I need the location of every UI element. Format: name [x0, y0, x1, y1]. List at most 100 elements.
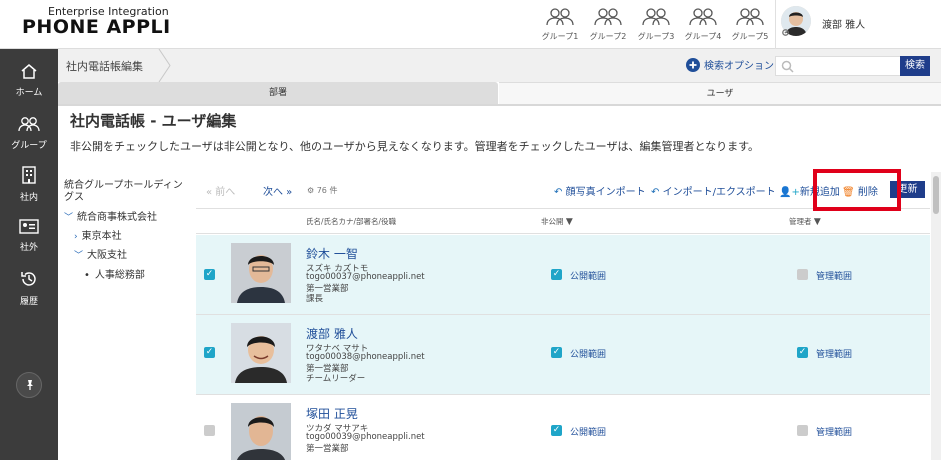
chevron-down-icon[interactable]: ﹀	[64, 213, 73, 223]
group-label: グループ5	[731, 32, 769, 41]
add-user-icon: 👤+	[779, 187, 800, 198]
table-row[interactable]: ✓ 渡部 雅人 ワタナベ マサト togo00038@phoneappli.ne…	[196, 315, 930, 395]
sidebar-item-external[interactable]: 社外	[0, 219, 58, 253]
user-title: 課長	[306, 294, 324, 304]
user-photo	[231, 243, 291, 303]
filter-icon[interactable]: ▼	[814, 217, 821, 227]
tree-node-tokyo[interactable]: › 東京本社	[74, 227, 122, 242]
breadcrumb-separator-icon	[158, 49, 171, 82]
private-checkbox[interactable]: ✓	[551, 347, 562, 358]
search-options-link[interactable]: 検索オプション	[686, 57, 774, 72]
person-photo-icon	[231, 243, 291, 303]
group-icon	[689, 8, 717, 26]
visibility-scope-link[interactable]: 公開範囲	[570, 425, 606, 438]
search-icon	[781, 60, 794, 73]
sidebar-item-label: 社内	[19, 193, 38, 203]
group-icon	[736, 8, 764, 26]
visibility-scope-link[interactable]: 公開範囲	[570, 269, 606, 282]
admin-scope-link[interactable]: 管理範囲	[816, 347, 852, 360]
plus-circle-icon	[686, 57, 700, 72]
private-checkbox[interactable]: ✓	[551, 425, 562, 436]
row-select-checkbox[interactable]	[204, 425, 215, 436]
count-icon: ⚙	[307, 186, 315, 195]
group-shortcut-3[interactable]: グループ3	[633, 8, 679, 42]
building-icon	[22, 166, 36, 184]
sidebar-item-internal[interactable]: 社内	[0, 166, 58, 203]
group-label: グループ1	[541, 32, 579, 41]
share-arrow-icon: ↶	[554, 187, 563, 198]
user-name-link[interactable]: 塚田 正晃	[306, 405, 358, 422]
group-shortcut-4[interactable]: グループ4	[680, 8, 726, 42]
group-label: グループ3	[637, 32, 675, 41]
private-checkbox[interactable]: ✓	[551, 269, 562, 280]
tree-node-label: 大阪支社	[87, 250, 128, 261]
group-icon	[642, 8, 670, 26]
tree-root[interactable]: 統合グループホールディングス	[64, 180, 192, 204]
sidebar: ホーム グループ 社内 社外 履歴	[0, 49, 58, 460]
visibility-scope-link[interactable]: 公開範囲	[570, 347, 606, 360]
user-name[interactable]: 渡部 雅人	[822, 16, 865, 31]
sidebar-item-label: 社外	[19, 243, 38, 253]
group-label: グループ4	[684, 32, 722, 41]
breadcrumb-bar: 社内電話帳編集 検索オプション 検索	[58, 49, 941, 82]
bullet-icon: •	[84, 270, 90, 281]
tree-node-hr[interactable]: • 人事総務部	[84, 266, 145, 281]
group-shortcut-5[interactable]: グループ5	[727, 8, 773, 42]
admin-checkbox[interactable]	[797, 425, 808, 436]
user-department: 第一営業部	[306, 444, 349, 454]
column-header-admin[interactable]: 管理者 ▼	[789, 216, 821, 227]
gear-icon[interactable]	[781, 28, 790, 37]
logo[interactable]: PHONE APPLI	[22, 16, 171, 38]
tree-node-label: 統合商事株式会社	[77, 212, 158, 223]
group-shortcut-2[interactable]: グループ2	[585, 8, 631, 42]
admin-checkbox[interactable]: ✓	[797, 347, 808, 358]
row-select-checkbox[interactable]: ✓	[204, 347, 215, 358]
page-title: 社内電話帳 - ユーザ編集	[70, 112, 237, 130]
admin-checkbox[interactable]	[797, 269, 808, 280]
tab-underline	[58, 104, 941, 106]
breadcrumb[interactable]: 社内電話帳編集	[66, 58, 143, 74]
import-export-label: インポート/エクスポート	[662, 187, 776, 198]
sidebar-item-history[interactable]: 履歴	[0, 270, 58, 307]
admin-scope-link[interactable]: 管理範囲	[816, 425, 852, 438]
tree-node-osaka[interactable]: ﹀ 大阪支社	[74, 246, 127, 261]
scrollbar-track[interactable]	[931, 172, 941, 460]
tree-node-company[interactable]: ﹀ 統合商事株式会社	[64, 208, 157, 223]
photo-import-button[interactable]: ↶ 顔写真インポート	[554, 183, 646, 198]
sidebar-item-home[interactable]: ホーム	[0, 63, 58, 98]
pin-button[interactable]	[16, 372, 42, 398]
filter-icon[interactable]: ▼	[566, 217, 573, 227]
user-photo	[231, 323, 291, 383]
scrollbar-thumb[interactable]	[933, 176, 939, 214]
group-icon	[546, 8, 574, 26]
next-page-link[interactable]: 次へ »	[263, 183, 292, 198]
user-name-link[interactable]: 渡部 雅人	[306, 325, 358, 342]
import-export-button[interactable]: ↶ インポート/エクスポート	[651, 183, 776, 198]
row-select-checkbox[interactable]: ✓	[204, 269, 215, 280]
user-name-link[interactable]: 鈴木 一智	[306, 245, 358, 262]
admin-scope-link[interactable]: 管理範囲	[816, 269, 852, 282]
user-email: togo00039@phoneappli.net	[306, 432, 425, 442]
column-header-private[interactable]: 非公開 ▼	[541, 216, 573, 227]
search-input[interactable]	[775, 56, 903, 76]
tree-node-label: 東京本社	[81, 231, 122, 242]
department-tree: 統合グループホールディングス ﹀ 統合商事株式会社 › 東京本社 ﹀ 大阪支社 • 人事…	[58, 172, 195, 460]
sidebar-item-label: グループ	[11, 141, 47, 151]
search-options-label: 検索オプション	[704, 61, 774, 72]
prev-page-link[interactable]: « 前へ	[206, 183, 235, 198]
tab-department[interactable]: 部署	[58, 82, 498, 104]
search-button[interactable]: 検索	[900, 56, 930, 76]
top-header: Enterprise Integration PHONE APPLI グループ1…	[0, 0, 941, 49]
chevron-right-icon[interactable]: ›	[74, 232, 78, 242]
sidebar-item-group[interactable]: グループ	[0, 116, 58, 151]
group-shortcut-1[interactable]: グループ1	[537, 8, 583, 42]
share-arrow-icon: ↶	[651, 187, 660, 198]
person-photo-icon	[231, 403, 291, 460]
table-row[interactable]: 塚田 正晃 ツカダ マサアキ togo00039@phoneappli.net …	[196, 395, 930, 460]
user-email: togo00038@phoneappli.net	[306, 352, 425, 362]
table-row[interactable]: ✓ 鈴木 一智 スズキ カズトモ togo00037@phoneappli.ne…	[196, 235, 930, 315]
chevron-down-icon[interactable]: ﹀	[74, 251, 83, 261]
tab-user[interactable]: ユーザ	[499, 82, 941, 104]
table-header: 氏名/氏名カナ/部署名/役職 非公開 ▼ 管理者 ▼	[196, 208, 930, 234]
group-icon	[594, 8, 622, 26]
